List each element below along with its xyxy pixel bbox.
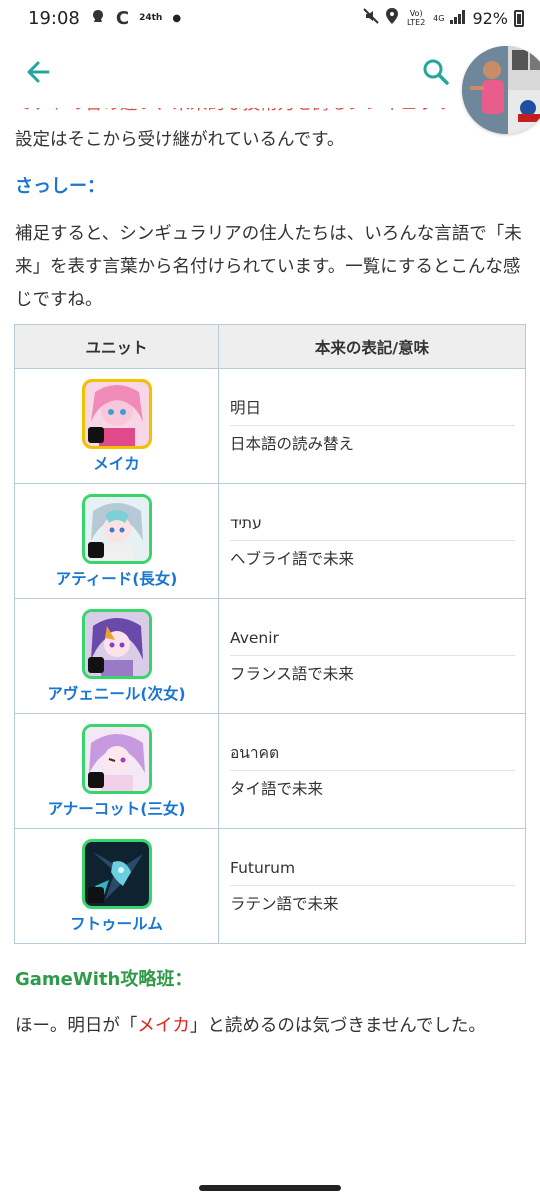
arrow-left-icon[interactable] bbox=[20, 54, 56, 90]
table-row: アナーコット(三女) อนาคต タイ語で未来 bbox=[14, 713, 526, 829]
battery-percent: 92% bbox=[472, 8, 508, 28]
attribute-badge bbox=[87, 541, 104, 558]
article-paragraph: 補足すると、シンギュラリアの住人たちは、いろんな言語で「未来」を表す言葉から名付… bbox=[15, 224, 522, 310]
lte-indicator: Vo) LTE2 bbox=[406, 9, 426, 27]
word-meaning: フランス語で未来 bbox=[230, 665, 354, 683]
c-app-icon: C bbox=[115, 7, 130, 29]
unit-icon-atid[interactable] bbox=[81, 493, 152, 564]
unit-name-link[interactable]: アティード(長女) bbox=[15, 567, 218, 589]
original-word: עתיד bbox=[230, 505, 515, 541]
mute-icon bbox=[363, 8, 379, 28]
article-content: ミナトの合め違い、未来的な技術力を誇るシンギュラリ 設定はそこから受け継がれてい… bbox=[0, 108, 540, 1038]
avatar[interactable] bbox=[462, 46, 540, 134]
attribute-badge bbox=[87, 886, 104, 903]
table-row: フトゥールム Futurum ラテン語で未来 bbox=[14, 828, 526, 944]
blank-area bbox=[0, 1038, 540, 1200]
dot-icon: ● bbox=[172, 12, 182, 24]
table-row: メイカ 明日 日本語の読み替え bbox=[14, 368, 526, 484]
table-header: ユニット bbox=[14, 324, 219, 369]
unit-table: ユニット 本来の表記/意味 メイカ 明日 日本語の読み替え アティード(長女) … bbox=[14, 324, 526, 944]
speaker-label: さっしー： bbox=[15, 176, 105, 197]
network-indicator: 4G bbox=[433, 13, 445, 23]
unit-name-link[interactable]: アヴェニール(次女) bbox=[15, 682, 218, 704]
status-time: 19:08 bbox=[28, 7, 80, 29]
attribute-badge bbox=[87, 426, 104, 443]
original-word: Futurum bbox=[230, 850, 515, 886]
signal-icon bbox=[450, 9, 466, 28]
word-meaning: タイ語で未来 bbox=[230, 780, 324, 798]
table-row: アヴェニール(次女) Avenir フランス語で未来 bbox=[14, 598, 526, 714]
article-text-cut: ミナトの合め違い、未来的な技術力を誇るシンギュラリ bbox=[15, 108, 527, 121]
location-icon bbox=[385, 8, 399, 28]
table-row: アティード(長女) עתיד ヘブライ語で未来 bbox=[14, 483, 526, 599]
unit-name-link[interactable]: アナーコット(三女) bbox=[15, 797, 218, 819]
word-meaning: 日本語の読み替え bbox=[230, 435, 355, 453]
unit-name-link[interactable]: フトゥールム bbox=[15, 912, 218, 934]
article-text: 設定はそこから受け継がれているんです。 bbox=[15, 130, 345, 150]
battery-icon bbox=[514, 9, 524, 27]
unit-name-link[interactable]: メイカ bbox=[15, 452, 218, 474]
notification-icon bbox=[90, 8, 106, 28]
unit-icon-futurum[interactable] bbox=[81, 838, 152, 909]
original-word: 明日 bbox=[230, 390, 515, 426]
word-meaning: ヘブライ語で未来 bbox=[230, 550, 355, 568]
status-bar: 19:08 C 24th ● Vo) LTE2 4G 92% bbox=[0, 0, 540, 36]
unit-icon-anakot[interactable] bbox=[81, 723, 152, 794]
clock-badge: 24th bbox=[139, 13, 163, 23]
original-word: อนาคต bbox=[230, 735, 515, 771]
text-segment: 」と読めるのは気づきませんでした。 bbox=[189, 1016, 486, 1036]
app-bar bbox=[0, 36, 540, 108]
unit-icon-avenir[interactable] bbox=[81, 608, 152, 679]
attribute-badge bbox=[87, 656, 104, 673]
search-icon[interactable] bbox=[418, 54, 454, 90]
gesture-home-bar[interactable] bbox=[199, 1185, 341, 1191]
attribute-badge bbox=[87, 771, 104, 788]
original-word: Avenir bbox=[230, 620, 515, 656]
unit-icon-meika[interactable] bbox=[81, 378, 152, 449]
highlight-text: メイカ bbox=[137, 1016, 190, 1036]
article-paragraph: ほー。明日が「メイカ」と読めるのは気づきませんでした。 bbox=[15, 1010, 527, 1038]
table-header: 本来の表記/意味 bbox=[218, 324, 526, 369]
text-segment: ほー。明日が「 bbox=[15, 1016, 138, 1036]
word-meaning: ラテン語で未来 bbox=[230, 895, 339, 913]
speaker-label: GameWith攻略班： bbox=[15, 969, 193, 990]
